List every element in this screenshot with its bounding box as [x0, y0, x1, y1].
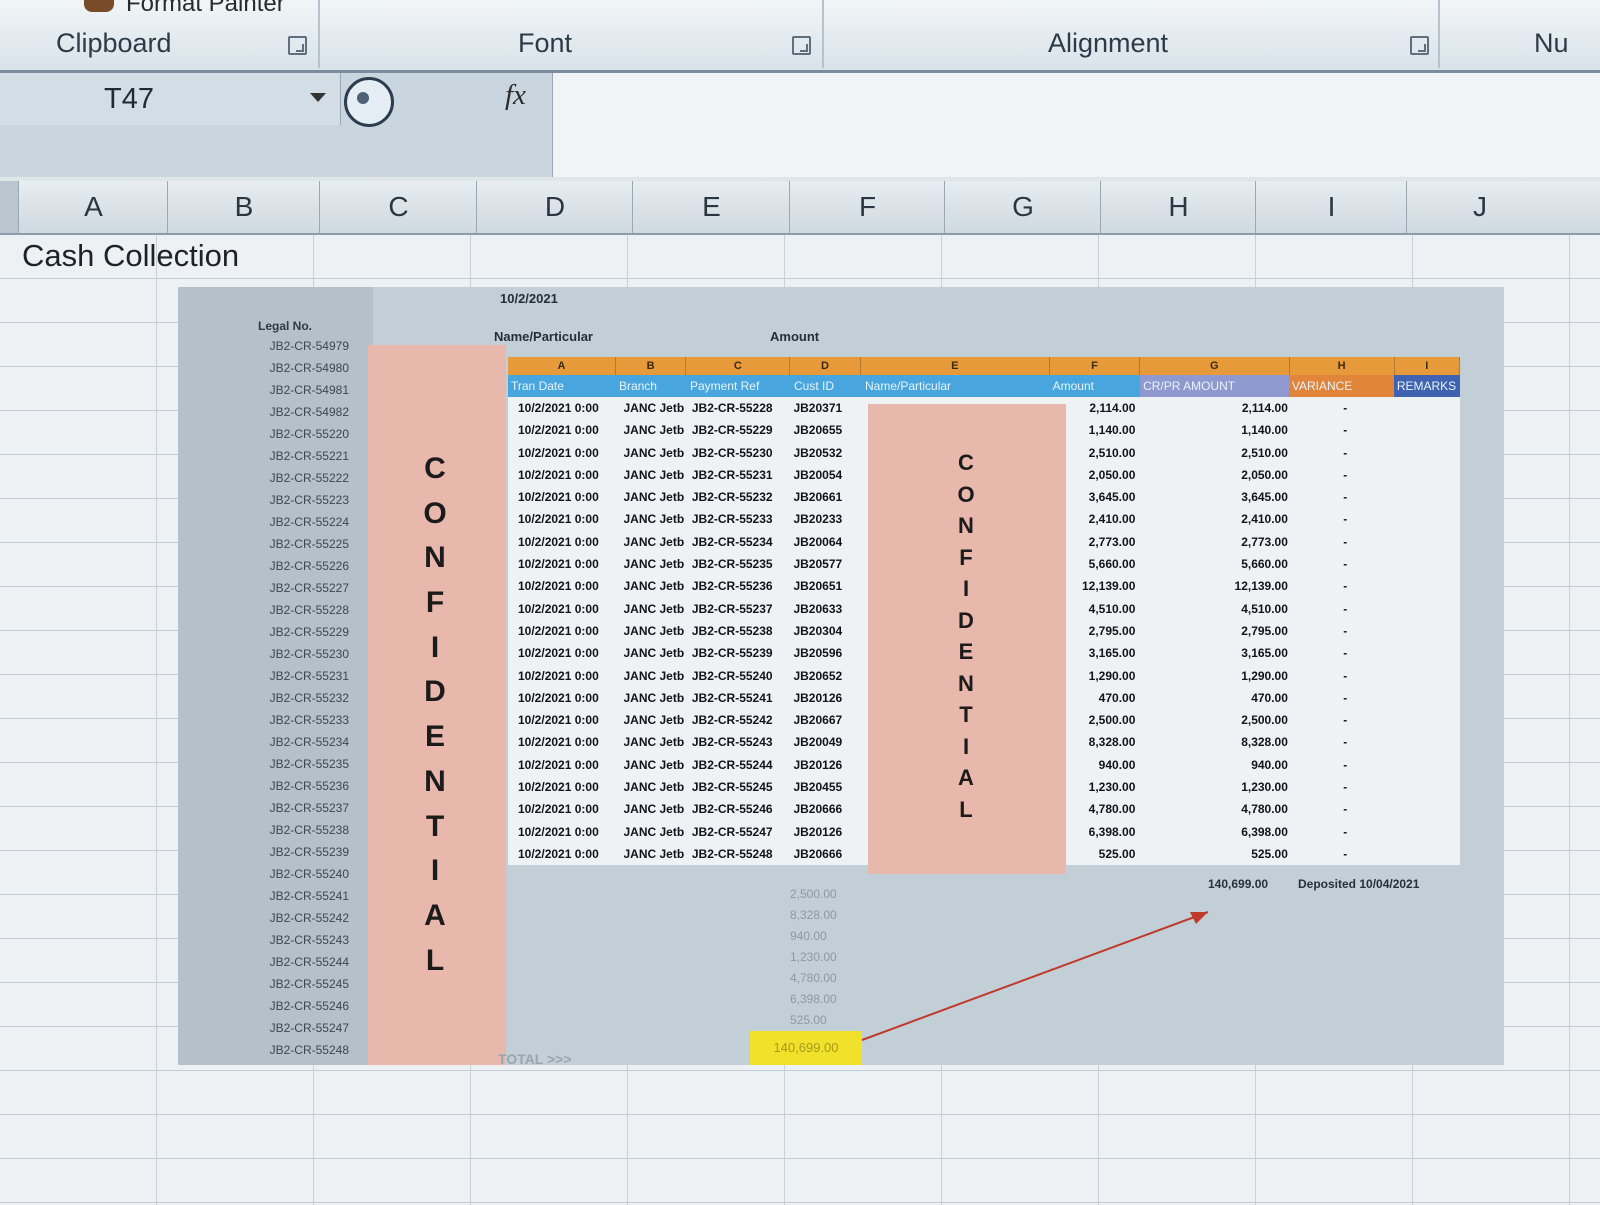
annotation-arrow	[861, 911, 1209, 1041]
arrow-line	[861, 911, 1209, 1041]
